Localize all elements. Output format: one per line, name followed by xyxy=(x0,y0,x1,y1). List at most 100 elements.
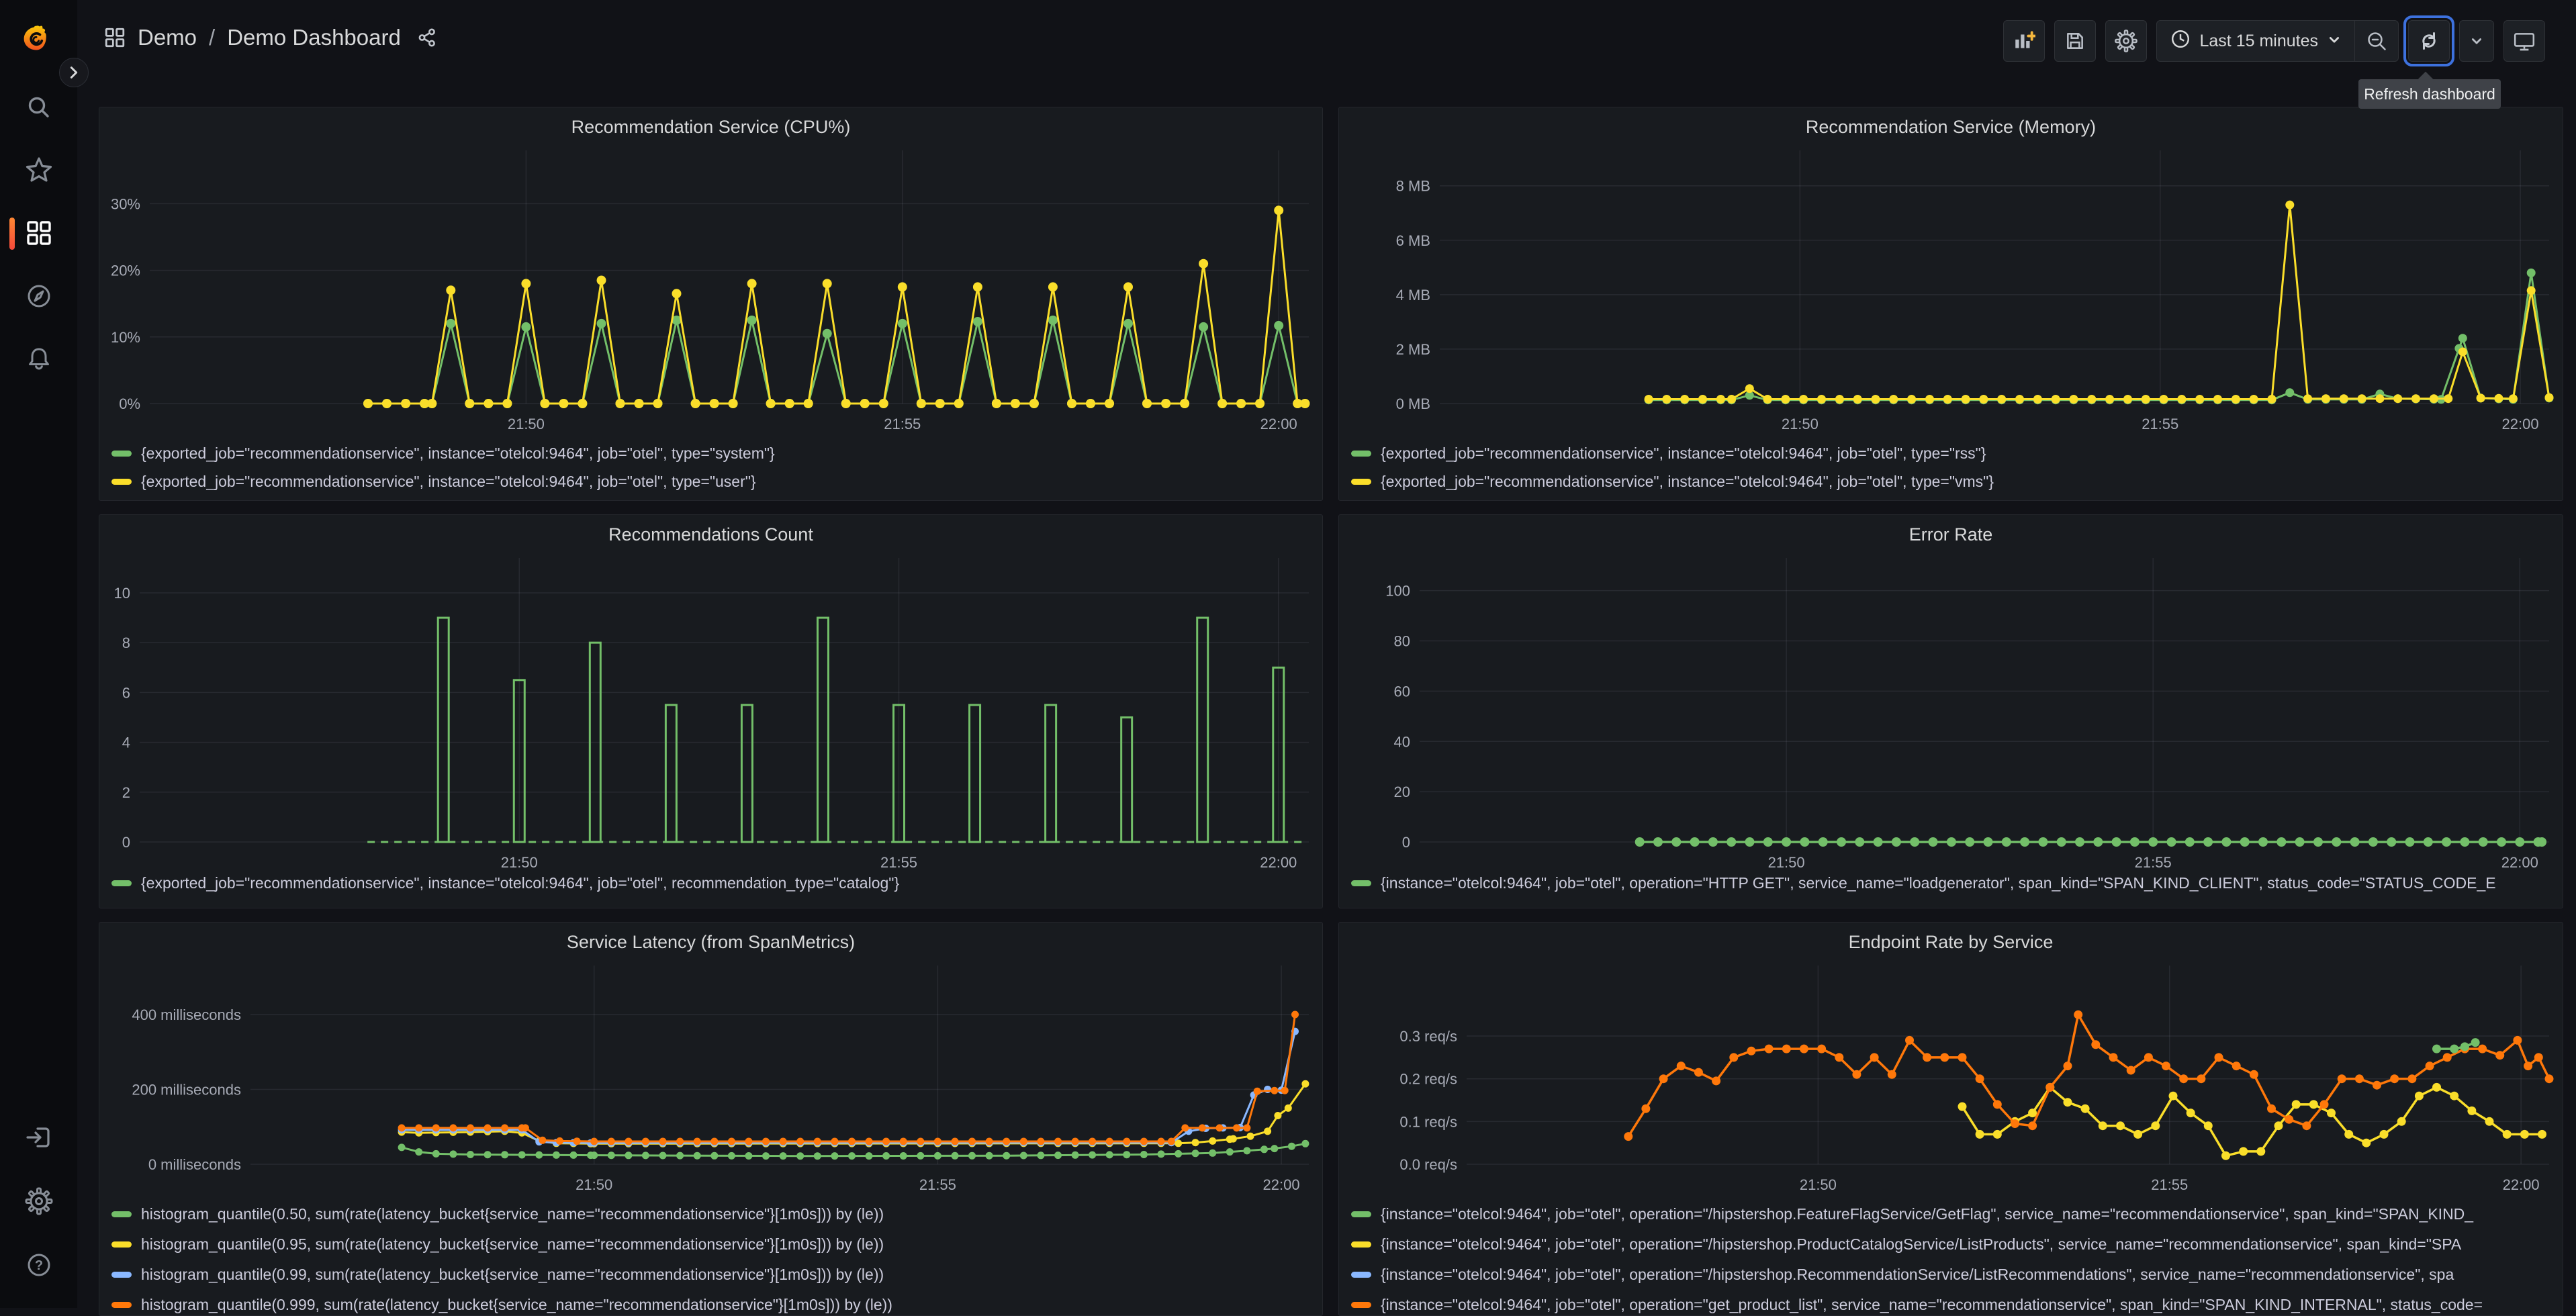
legend-swatch xyxy=(111,478,132,485)
legend-swatch xyxy=(1351,1302,1371,1308)
refresh-interval-dropdown[interactable] xyxy=(2459,20,2494,62)
active-indicator xyxy=(9,218,15,250)
grafana-logo[interactable] xyxy=(21,24,55,58)
svg-text:0.2 req/s: 0.2 req/s xyxy=(1399,1071,1457,1088)
settings-gear-icon[interactable] xyxy=(24,1186,54,1216)
zoom-out-button[interactable] xyxy=(2354,21,2398,61)
chart-canvas: 0 2 4 6 8 10 21:50 21:55 22:00 xyxy=(114,558,1309,871)
legend-label: {exported_job="recommendationservice", i… xyxy=(141,444,775,462)
legend-item[interactable]: {instance="otelcol:9464", job="otel", op… xyxy=(1351,1199,2559,1229)
panel-legend: {instance="otelcol:9464", job="otel", op… xyxy=(1351,1199,2559,1315)
legend-item[interactable]: histogram_quantile(0.95, sum(rate(latenc… xyxy=(111,1229,1318,1260)
svg-text:100: 100 xyxy=(1385,583,1410,600)
svg-text:21:50: 21:50 xyxy=(508,416,545,432)
legend-swatch xyxy=(1351,1211,1371,1217)
chevron-down-icon xyxy=(2328,32,2341,51)
time-range-picker[interactable]: Last 15 minutes xyxy=(2157,21,2355,61)
svg-text:2: 2 xyxy=(122,784,130,801)
panel-legend: histogram_quantile(0.50, sum(rate(latenc… xyxy=(111,1199,1318,1315)
help-icon[interactable]: ? xyxy=(24,1250,54,1280)
panel-service-latency: Service Latency (from SpanMetrics) 0 mil… xyxy=(99,922,1323,1316)
legend-label: {instance="otelcol:9464", job="otel", op… xyxy=(1381,1205,2474,1223)
legend-item[interactable]: {instance="otelcol:9464", job="otel", op… xyxy=(1351,1260,2559,1290)
legend-item[interactable]: {instance="otelcol:9464", job="otel", op… xyxy=(1351,1290,2559,1315)
svg-text:22:00: 22:00 xyxy=(1260,854,1297,871)
svg-text:0 milliseconds: 0 milliseconds xyxy=(148,1156,241,1173)
sign-in-icon[interactable] xyxy=(24,1123,54,1152)
panel-endpoint-rate: Endpoint Rate by Service 0.0 req/s 0.1 re… xyxy=(1338,922,2563,1316)
legend-item[interactable]: {instance="otelcol:9464", job="otel", op… xyxy=(1351,1229,2559,1260)
svg-text:0: 0 xyxy=(1402,834,1410,851)
legend-swatch xyxy=(111,1241,132,1248)
breadcrumb: Demo / Demo Dashboard xyxy=(104,25,437,50)
svg-text:4 MB: 4 MB xyxy=(1396,287,1430,303)
panel-legend: {instance="otelcol:9464", job="otel", op… xyxy=(1351,869,2559,896)
legend-label: {instance="otelcol:9464", job="otel", op… xyxy=(1381,874,2496,892)
svg-text:21:55: 21:55 xyxy=(2151,1176,2188,1193)
refresh-dashboard-button[interactable] xyxy=(2403,15,2454,66)
svg-text:6: 6 xyxy=(122,684,130,701)
svg-text:22:00: 22:00 xyxy=(2502,416,2539,432)
svg-text:0.1 req/s: 0.1 req/s xyxy=(1399,1113,1457,1130)
svg-text:8: 8 xyxy=(122,634,130,651)
svg-text:21:55: 21:55 xyxy=(2135,854,2172,871)
svg-text:20%: 20% xyxy=(111,263,140,279)
breadcrumb-page[interactable]: Demo Dashboard xyxy=(227,25,401,50)
legend-item[interactable]: {exported_job="recommendationservice", i… xyxy=(1351,439,2559,467)
legend-label: {exported_job="recommendationservice", i… xyxy=(1381,444,1986,462)
svg-text:6 MB: 6 MB xyxy=(1396,232,1430,249)
save-dashboard-button[interactable] xyxy=(2054,20,2096,62)
dashboards-icon[interactable] xyxy=(24,218,54,248)
legend-item[interactable]: histogram_quantile(0.99, sum(rate(latenc… xyxy=(111,1260,1318,1290)
legend-swatch xyxy=(111,880,132,886)
svg-text:21:50: 21:50 xyxy=(1782,416,1819,432)
star-icon[interactable] xyxy=(24,155,54,185)
legend-swatch xyxy=(111,450,132,457)
svg-text:30%: 30% xyxy=(111,195,140,212)
legend-item[interactable]: {exported_job="recommendationservice", i… xyxy=(111,439,1318,467)
chart-canvas: 0 20 40 60 80 100 21:50 21:55 22:00 xyxy=(1385,558,2549,871)
dashboard-settings-button[interactable] xyxy=(2105,20,2147,62)
share-icon[interactable] xyxy=(417,28,437,48)
svg-text:400 milliseconds: 400 milliseconds xyxy=(132,1006,241,1023)
explore-compass-icon[interactable] xyxy=(24,281,54,311)
svg-text:21:55: 21:55 xyxy=(880,854,917,871)
legend-swatch xyxy=(1351,450,1371,457)
panel-error-rate: Error Rate 0 20 40 60 80 100 21:50 21:55 22:00 {… xyxy=(1338,514,2563,908)
legend-item[interactable]: {instance="otelcol:9464", job="otel", op… xyxy=(1351,869,2559,896)
svg-text:22:00: 22:00 xyxy=(1263,1176,1300,1193)
legend-item[interactable]: {exported_job="recommendationservice", i… xyxy=(111,467,1318,496)
alerting-bell-icon[interactable] xyxy=(24,344,54,373)
legend-item[interactable]: {exported_job="recommendationservice", i… xyxy=(111,869,1318,896)
tooltip-text: Refresh dashboard xyxy=(2364,85,2495,103)
svg-text:40: 40 xyxy=(1394,733,1410,750)
legend-swatch xyxy=(1351,1272,1371,1278)
legend-swatch xyxy=(1351,880,1371,886)
svg-text:22:00: 22:00 xyxy=(2503,1176,2540,1193)
breadcrumb-section[interactable]: Demo xyxy=(138,25,197,50)
legend-swatch xyxy=(1351,1241,1371,1248)
search-icon[interactable] xyxy=(24,93,54,122)
legend-label: {exported_job="recommendationservice", i… xyxy=(141,472,756,490)
add-panel-button[interactable] xyxy=(2003,20,2045,62)
legend-swatch xyxy=(111,1211,132,1217)
svg-text:2 MB: 2 MB xyxy=(1396,341,1430,358)
panel-recommendation-cpu: Recommendation Service (CPU%) 0% 10% 20% 30… xyxy=(99,107,1323,501)
legend-label: {instance="otelcol:9464", job="otel", op… xyxy=(1381,1235,2462,1253)
topbar: Demo / Demo Dashboard Last 15 minutes xyxy=(77,0,2576,75)
svg-text:21:50: 21:50 xyxy=(576,1176,612,1193)
svg-text:20: 20 xyxy=(1394,784,1410,800)
svg-text:21:55: 21:55 xyxy=(2142,416,2178,432)
clock-icon xyxy=(2170,29,2191,54)
tv-kiosk-mode-button[interactable] xyxy=(2503,20,2545,62)
svg-text:?: ? xyxy=(35,1258,43,1273)
legend-item[interactable]: histogram_quantile(0.999, sum(rate(laten… xyxy=(111,1290,1318,1315)
svg-text:22:00: 22:00 xyxy=(2501,854,2538,871)
legend-label: histogram_quantile(0.99, sum(rate(latenc… xyxy=(141,1266,884,1283)
legend-label: histogram_quantile(0.999, sum(rate(laten… xyxy=(141,1296,892,1313)
legend-item[interactable]: {exported_job="recommendationservice", i… xyxy=(1351,467,2559,496)
time-picker-group: Last 15 minutes xyxy=(2156,20,2399,62)
legend-item[interactable]: histogram_quantile(0.50, sum(rate(latenc… xyxy=(111,1199,1318,1229)
sidebar-expand-button[interactable] xyxy=(59,58,89,87)
panel-legend: {exported_job="recommendationservice", i… xyxy=(1351,439,2559,496)
